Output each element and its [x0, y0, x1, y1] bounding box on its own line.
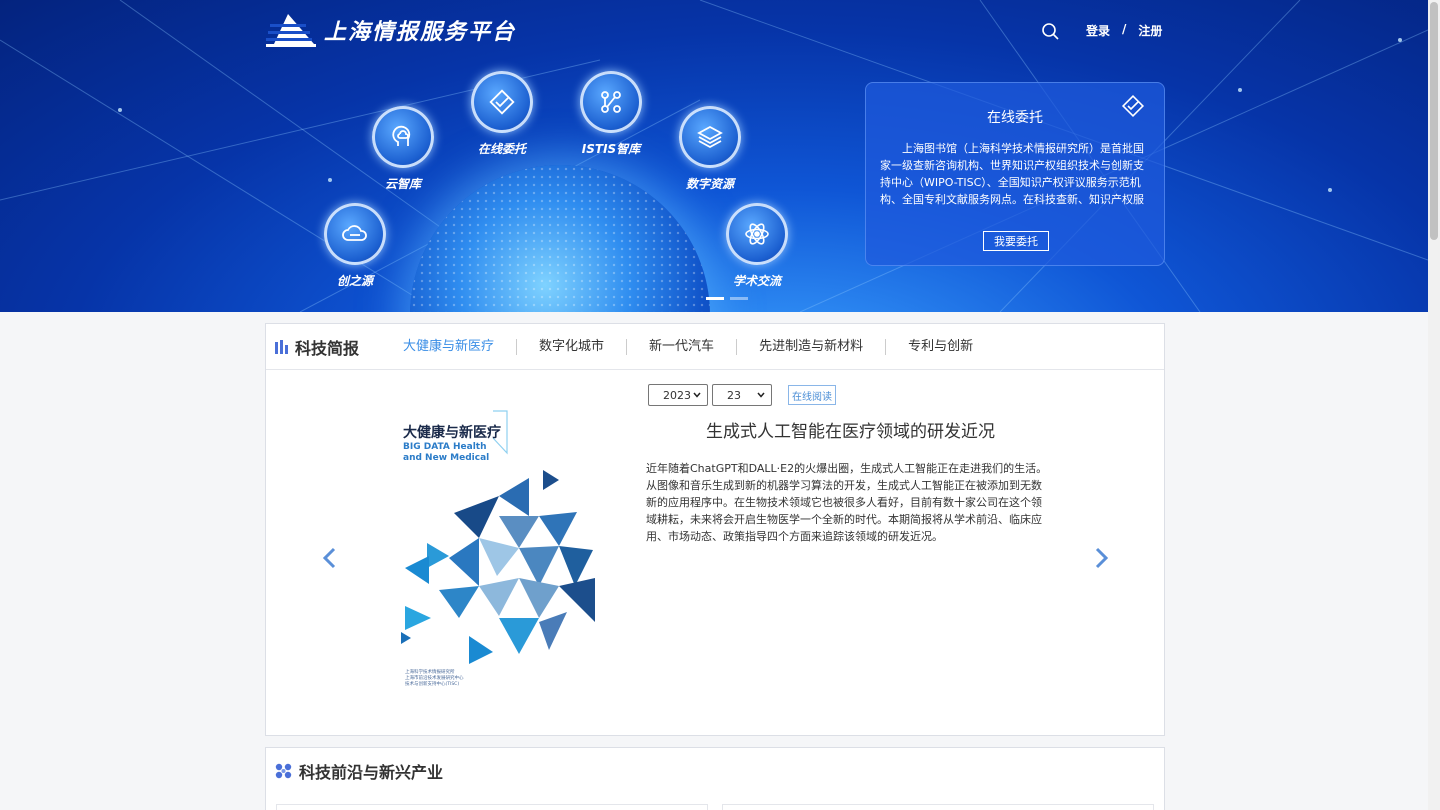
tab-digital-city[interactable]: 数字化城市	[516, 338, 626, 355]
service-academic-exchange[interactable]	[726, 203, 788, 265]
network-nodes-icon	[601, 91, 621, 113]
frontier-panel: 科技前沿与新兴产业	[265, 747, 1165, 810]
service-digital-resources[interactable]	[679, 106, 741, 168]
tab-advanced-manufacturing[interactable]: 先进制造与新材料	[736, 338, 885, 355]
layers-icon	[697, 125, 723, 149]
search-icon[interactable]	[1041, 22, 1059, 40]
issue-select[interactable]: 23	[712, 384, 772, 406]
issue-select-value: 23	[727, 388, 741, 402]
brief-header: 科技简报 大健康与新医疗 数字化城市 新一代汽车 先进制造与新材料 专利与创新	[266, 324, 1164, 370]
page-scrollbar[interactable]	[1428, 0, 1440, 810]
service-istis-think-tank[interactable]	[580, 71, 642, 133]
auth-separator: /	[1122, 22, 1127, 36]
frontier-card[interactable]	[722, 804, 1154, 810]
service-label: 学术交流	[732, 274, 782, 288]
article-title[interactable]: 生成式人工智能在医疗领域的研发近况	[706, 417, 995, 442]
carousel-indicators	[706, 297, 748, 300]
service-cloud-think-tank[interactable]	[372, 106, 434, 168]
handshake-icon	[1121, 94, 1145, 118]
consign-description: 上海图书馆（上海科学技术情报研究所）是首批国家一级查新咨询机构、世界知识产权组织…	[880, 142, 1144, 206]
frontier-card[interactable]	[276, 804, 708, 810]
consign-button[interactable]: 我要委托	[983, 231, 1049, 251]
cloud-icon	[342, 225, 367, 241]
service-label: 在线委托	[477, 142, 527, 156]
brief-cover-image[interactable]: 大健康与新医疗 BIG DATA Health and New Medical …	[399, 408, 609, 698]
site-title: 上海情报服务平台	[324, 20, 517, 45]
handshake-icon	[489, 89, 515, 115]
frontier-title: 科技前沿与新兴产业	[299, 763, 444, 782]
site-logo[interactable]: 上海情报服务平台	[266, 12, 516, 48]
issue-selectors: 2023 23 在线阅读	[648, 384, 836, 406]
year-select-value: 2023	[663, 388, 691, 402]
scrollbar-thumb[interactable]	[1430, 2, 1438, 240]
auth-links: 登录 / 注册	[1086, 22, 1162, 39]
brief-title-wrap: 科技简报	[275, 335, 359, 359]
logo-mark-icon	[266, 14, 316, 47]
read-online-button[interactable]: 在线阅读	[788, 385, 836, 405]
cover-publisher: 上海科学技术情报研究所 上海市前沿技术发展研究中心 技术与创新支持中心(TISC…	[405, 670, 464, 688]
tab-new-vehicles[interactable]: 新一代汽车	[626, 338, 736, 355]
molecule-icon	[275, 763, 292, 779]
article-summary: 近年随着ChatGPT和DALL·E2的火爆出圈，生成式人工智能正在走进我们的生…	[646, 462, 1048, 543]
service-label: ISTIS智库	[581, 142, 641, 156]
service-innovation-source[interactable]	[324, 203, 386, 265]
online-consign-card: 在线委托 上海图书馆（上海科学技术情报研究所）是首批国家一级查新咨询机构、世界知…	[865, 82, 1165, 266]
service-label: 云智库	[384, 177, 422, 191]
tab-patent-innovation[interactable]: 专利与创新	[885, 338, 995, 355]
chevron-left-icon[interactable]	[320, 546, 340, 570]
tab-health-medical[interactable]: 大健康与新医疗	[403, 339, 516, 355]
chevron-down-icon	[757, 392, 765, 398]
service-label: 数字资源	[685, 177, 735, 191]
brief-title: 科技简报	[295, 338, 360, 358]
chevron-down-icon	[693, 392, 701, 398]
frontier-title-wrap: 科技前沿与新兴产业	[275, 759, 443, 783]
page: 上海情报服务平台 登录 / 注册 云智库 在线委托 ISTIS智库 数字资源 创…	[0, 0, 1440, 810]
cover-publisher-line: 技术与创新支持中心(TISC)	[405, 682, 460, 687]
year-select[interactable]: 2023	[648, 384, 708, 406]
frontier-cards	[276, 804, 1154, 810]
cover-subtitle-line: and New Medical	[403, 453, 490, 463]
tech-brief-panel: 科技简报 大健康与新医疗 数字化城市 新一代汽车 先进制造与新材料 专利与创新	[265, 323, 1165, 736]
cover-subtitle-line: BIG DATA Health	[403, 442, 487, 452]
carousel-dot[interactable]	[706, 297, 724, 300]
service-online-consign[interactable]	[471, 71, 533, 133]
frontier-header: 科技前沿与新兴产业	[266, 748, 1164, 794]
login-link[interactable]: 登录	[1086, 22, 1110, 39]
carousel-dot[interactable]	[730, 297, 748, 300]
hero-banner: 上海情报服务平台 登录 / 注册 云智库 在线委托 ISTIS智库 数字资源 创…	[0, 0, 1428, 312]
service-label: 创之源	[336, 274, 374, 288]
register-link[interactable]: 注册	[1138, 22, 1162, 39]
brief-tabs: 大健康与新医疗 数字化城市 新一代汽车 先进制造与新材料 专利与创新	[403, 338, 995, 355]
bar-chart-icon	[275, 339, 288, 354]
chevron-right-icon[interactable]	[1091, 546, 1111, 570]
brain-cloud-icon	[392, 125, 411, 146]
atom-icon	[745, 223, 769, 245]
cover-title: 大健康与新医疗	[403, 425, 501, 441]
cover-subtitle: BIG DATA Health and New Medical	[403, 442, 489, 464]
